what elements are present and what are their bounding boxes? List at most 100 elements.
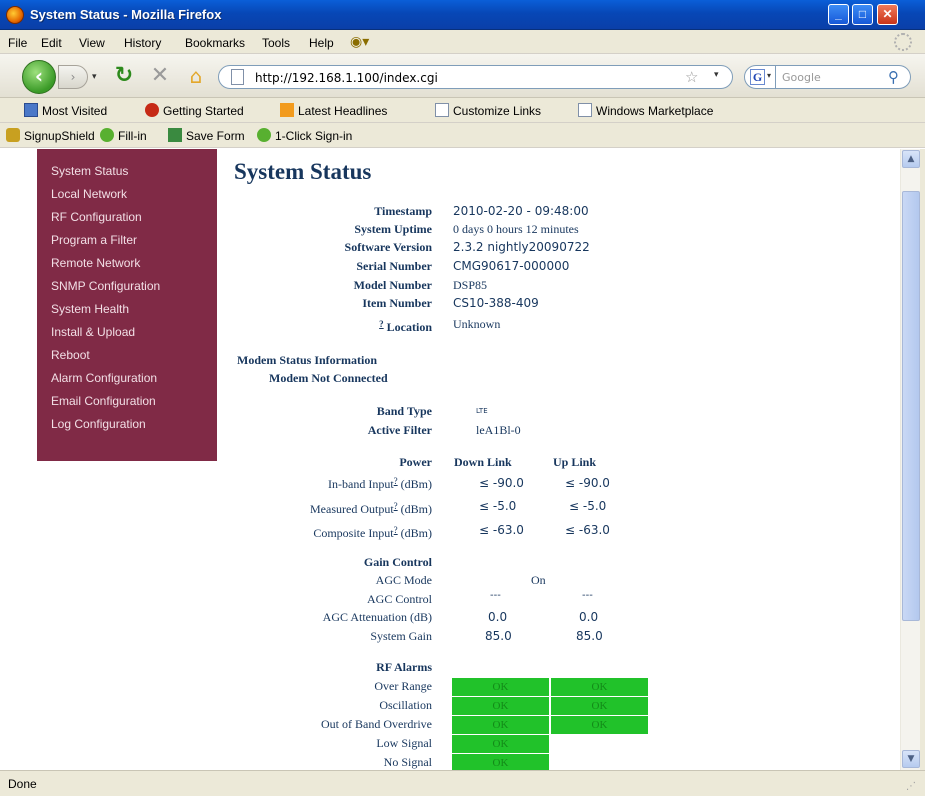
agc-attenuation-down: 0.0: [488, 610, 508, 624]
addon-toolbar: SignupShield Fill-in Save Form 1-Click S…: [0, 123, 925, 148]
system-gain-up: 85.0: [576, 629, 603, 643]
scroll-down-button[interactable]: ▼: [902, 750, 920, 768]
menu-tools[interactable]: Tools: [262, 36, 290, 50]
maximize-button[interactable]: □: [852, 4, 873, 25]
low-signal-label: Low Signal: [376, 736, 432, 750]
scroll-up-button[interactable]: ▲: [902, 150, 920, 168]
down-link-header: Down Link: [454, 455, 512, 469]
history-dropdown-icon[interactable]: ▾: [92, 68, 104, 86]
reload-button[interactable]: ↻: [112, 65, 136, 89]
menu-history[interactable]: History: [124, 36, 161, 50]
out-of-band-overdrive-label: Out of Band Overdrive: [321, 717, 432, 731]
stop-button[interactable]: ✕: [148, 65, 172, 89]
sidebar-item-system-health[interactable]: System Health: [51, 302, 129, 316]
scrollbar-thumb[interactable]: [902, 191, 920, 621]
agc-attenuation-label: AGC Attenuation (dB): [322, 610, 432, 624]
agc-control-down: ---: [490, 590, 501, 601]
up-link-header: Up Link: [553, 455, 597, 469]
bookmark-getting-started[interactable]: Getting Started: [145, 103, 244, 118]
status-bar: Done ⋰: [0, 770, 925, 796]
agc-control-label: AGC Control: [366, 592, 432, 606]
modem-status-heading: Modem Status Information: [237, 353, 377, 367]
minimize-button[interactable]: _: [828, 4, 849, 25]
inband-input-label: In-band Input? (dBm): [328, 476, 432, 491]
over-range-label: Over Range: [374, 679, 432, 693]
timestamp-label: Timestamp: [374, 204, 432, 218]
agc-mode-value: On: [531, 573, 546, 587]
help-link[interactable]: ?: [394, 525, 398, 535]
sidebar-item-rf-configuration[interactable]: RF Configuration: [51, 210, 142, 224]
composite-input-down: ≤ -63.0: [479, 523, 524, 537]
signin-icon: [257, 128, 271, 142]
help-link[interactable]: ?: [394, 476, 398, 486]
url-dropdown-icon[interactable]: ▾: [714, 70, 719, 80]
menu-view[interactable]: View: [79, 36, 105, 50]
system-gain-down: 85.0: [485, 629, 512, 643]
agc-attenuation-up: 0.0: [579, 610, 599, 624]
serial-number-value: CMG90617-000000: [453, 259, 570, 273]
signupshield-button[interactable]: SignupShield: [6, 128, 95, 143]
throbber-icon: [894, 33, 912, 51]
software-version-label: Software Version: [344, 240, 432, 254]
back-button[interactable]: ‹: [22, 60, 56, 94]
composite-input-label: Composite Input? (dBm): [313, 525, 432, 540]
sidebar-item-log-configuration[interactable]: Log Configuration: [51, 417, 146, 431]
help-link[interactable]: ?: [394, 501, 398, 511]
search-icon[interactable]: ⚲: [888, 68, 899, 86]
forward-button[interactable]: ›: [58, 65, 88, 89]
over-range-up-status: OK: [551, 678, 648, 696]
sidebar-item-snmp-configuration[interactable]: SNMP Configuration: [51, 279, 160, 293]
bookmark-windows-marketplace[interactable]: Windows Marketplace: [578, 103, 713, 118]
serial-number-label: Serial Number: [356, 259, 432, 273]
sidebar-item-install-upload[interactable]: Install & Upload: [51, 325, 135, 339]
model-number-label: Model Number: [353, 278, 432, 292]
url-text[interactable]: http://192.168.1.100/index.cgi: [255, 71, 438, 85]
window-title: System Status - Mozilla Firefox: [30, 7, 222, 22]
sidebar-item-remote-network[interactable]: Remote Network: [51, 256, 140, 270]
location-label: ? Location: [379, 319, 432, 334]
rf-alarms-heading: RF Alarms: [376, 660, 432, 674]
menu-file[interactable]: File: [8, 36, 27, 50]
search-input[interactable]: Google ⚲: [776, 65, 911, 89]
save-form-button[interactable]: Save Form: [168, 128, 245, 143]
sidebar-item-reboot[interactable]: Reboot: [51, 348, 90, 362]
item-number-value: CS10-388-409: [453, 296, 539, 310]
fill-in-button[interactable]: Fill-in: [100, 128, 147, 143]
no-signal-down-status: OK: [452, 754, 549, 770]
resize-grip-icon[interactable]: ⋰: [906, 781, 918, 793]
sidebar-item-program-filter[interactable]: Program a Filter: [51, 233, 137, 247]
oscillation-down-status: OK: [452, 697, 549, 715]
sidebar-item-alarm-configuration[interactable]: Alarm Configuration: [51, 371, 157, 385]
page-icon: [435, 103, 449, 117]
menu-edit[interactable]: Edit: [41, 36, 62, 50]
measured-output-down: ≤ -5.0: [479, 499, 517, 513]
one-click-signin-button[interactable]: 1-Click Sign-in: [257, 128, 352, 143]
bookmark-latest-headlines[interactable]: Latest Headlines: [280, 103, 387, 118]
firefox-logo-icon: [145, 103, 159, 117]
menu-help[interactable]: Help: [309, 36, 334, 50]
close-button[interactable]: ✕: [877, 4, 898, 25]
model-number-value: DSP85: [453, 278, 488, 292]
bookmark-customize-links[interactable]: Customize Links: [435, 103, 541, 118]
no-signal-label: No Signal: [383, 755, 432, 769]
bookmark-star-icon[interactable]: ☆: [685, 68, 698, 86]
sidebar-item-system-status[interactable]: System Status: [51, 164, 128, 178]
measured-output-label: Measured Output? (dBm): [310, 501, 432, 516]
search-engine-selector[interactable]: G ▾: [744, 65, 776, 89]
location-help-link[interactable]: ?: [379, 319, 384, 329]
vertical-scrollbar[interactable]: ▲ ▼: [900, 149, 920, 770]
addon-menu-icon[interactable]: ◉▾: [350, 33, 369, 50]
rss-feed-icon: [280, 103, 294, 117]
uptime-value: 0 days 0 hours 12 minutes: [453, 222, 579, 236]
menu-bookmarks[interactable]: Bookmarks: [185, 36, 245, 50]
page-icon: [578, 103, 592, 117]
home-button[interactable]: ⌂: [184, 65, 208, 89]
status-text: Done: [8, 777, 37, 791]
bookmark-most-visited[interactable]: Most Visited: [24, 103, 107, 118]
sidebar-item-email-configuration[interactable]: Email Configuration: [51, 394, 156, 408]
active-filter-label: Active Filter: [367, 423, 432, 437]
band-type-value: LTE: [476, 407, 488, 415]
modem-status-text: Modem Not Connected: [269, 371, 388, 385]
sidebar-item-local-network[interactable]: Local Network: [51, 187, 127, 201]
url-bar[interactable]: http://192.168.1.100/index.cgi ☆ ▾: [218, 65, 733, 89]
